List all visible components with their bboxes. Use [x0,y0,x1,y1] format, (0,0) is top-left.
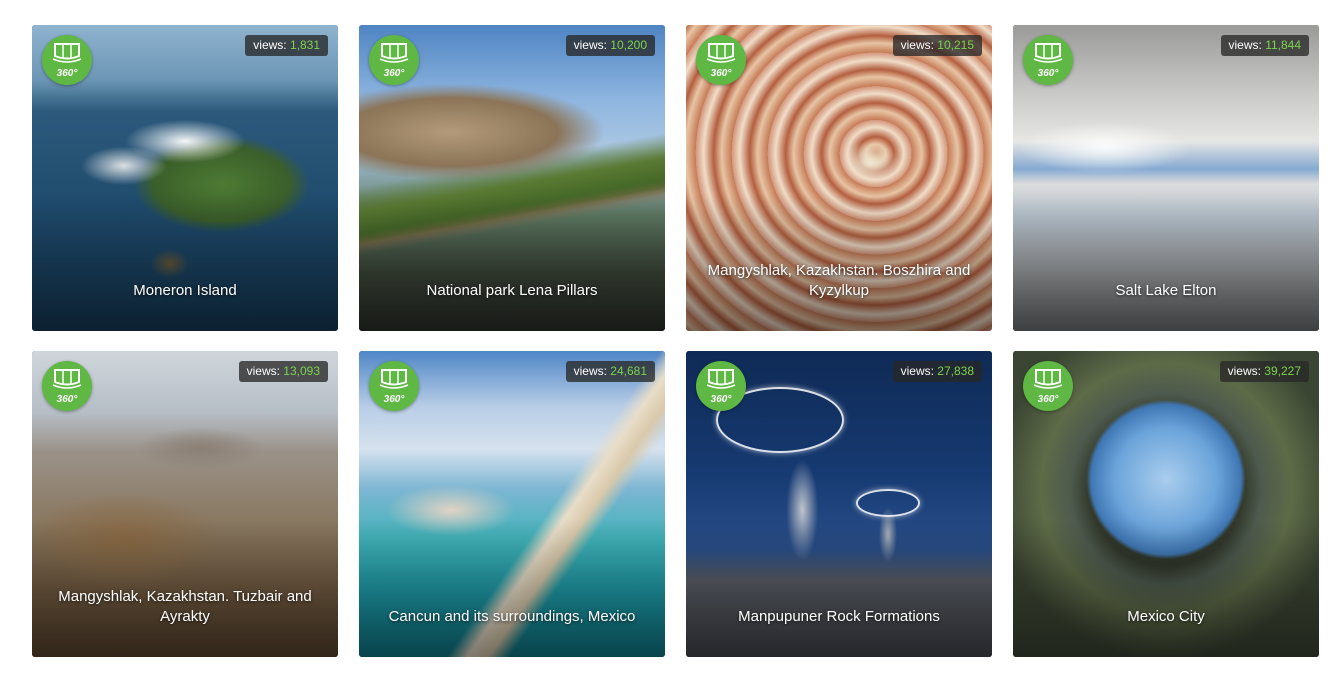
360-panorama-icon: 360° [42,361,92,411]
views-counter: views: 13,093 [238,361,328,382]
360-panorama-icon: 360° [369,35,419,85]
360-label: 360° [56,394,78,405]
views-counter: views: 1,831 [245,35,328,56]
360-panorama-icon: 360° [369,361,419,411]
views-counter: views: 27,838 [892,361,982,382]
panorama-title[interactable]: Mangyshlak, Kazakhstan. Tuzbair and Ayra… [46,587,324,627]
360-panorama-icon: 360° [1023,361,1073,411]
panorama-title[interactable]: Manpupuner Rock Formations [700,607,978,627]
panorama-card[interactable]: 360° views: 10,200 National park Lena Pi… [359,25,665,331]
views-counter: views: 10,215 [892,35,982,56]
360-label: 360° [710,394,732,405]
panorama-card[interactable]: 360° views: 39,227 Mexico City [1013,351,1319,657]
panorama-title[interactable]: National park Lena Pillars [373,281,651,301]
360-label: 360° [56,68,78,79]
360-label: 360° [710,68,732,79]
panorama-card[interactable]: 360° views: 27,838 Manpupuner Rock Forma… [686,351,992,657]
360-panorama-icon: 360° [696,35,746,85]
360-label: 360° [383,394,405,405]
panorama-card[interactable]: 360° views: 13,093 Mangyshlak, Kazakhsta… [32,351,338,657]
panorama-grid: 360° views: 1,831 Moneron Island 360° vi… [32,25,1319,657]
panorama-title[interactable]: Mangyshlak, Kazakhstan. Boszhira and Kyz… [700,261,978,301]
views-counter: views: 11,844 [1220,35,1309,56]
panorama-title[interactable]: Cancun and its surroundings, Mexico [373,607,651,627]
panorama-card[interactable]: 360° views: 24,681 Cancun and its surrou… [359,351,665,657]
panorama-card[interactable]: 360° views: 10,215 Mangyshlak, Kazakhsta… [686,25,992,331]
panorama-title[interactable]: Salt Lake Elton [1027,281,1305,301]
panorama-card[interactable]: 360° views: 11,844 Salt Lake Elton [1013,25,1319,331]
views-counter: views: 24,681 [565,361,655,382]
views-counter: views: 10,200 [565,35,655,56]
panorama-title[interactable]: Moneron Island [46,281,324,301]
views-counter: views: 39,227 [1219,361,1309,382]
360-panorama-icon: 360° [696,361,746,411]
360-panorama-icon: 360° [42,35,92,85]
panorama-title[interactable]: Mexico City [1027,607,1305,627]
360-label: 360° [383,68,405,79]
light-ring [856,489,920,517]
360-label: 360° [1037,68,1059,79]
360-panorama-icon: 360° [1023,35,1073,85]
panorama-card[interactable]: 360° views: 1,831 Moneron Island [32,25,338,331]
360-label: 360° [1037,394,1059,405]
